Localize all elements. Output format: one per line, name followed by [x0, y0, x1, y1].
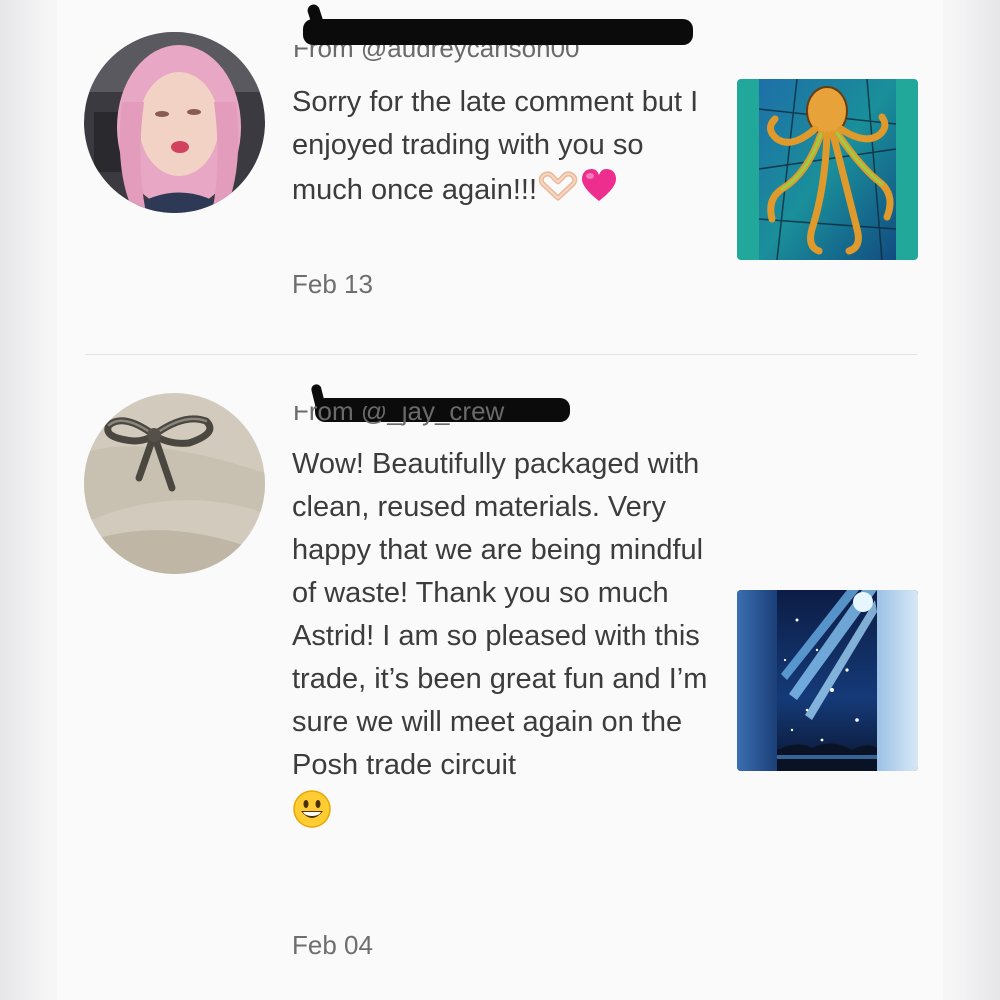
- review-divider: [85, 354, 917, 355]
- page: From @audreycarlson00 Sorry for the late…: [0, 0, 1000, 1000]
- listing-thumbnail[interactable]: [737, 79, 918, 260]
- reviewer-avatar[interactable]: [84, 32, 265, 213]
- review-message: Wow! Beautifully packaged with clean, re…: [292, 443, 722, 842]
- grinning-face-emoji: [292, 789, 332, 842]
- redaction-bar: [303, 19, 693, 45]
- review-message-text: Wow! Beautifully packaged with clean, re…: [292, 448, 708, 781]
- review-date: Feb 04: [292, 930, 373, 960]
- listing-thumbnail[interactable]: [737, 590, 918, 771]
- review-date: Feb 13: [292, 269, 373, 299]
- review-message-text: Sorry for the late comment but I enjoyed…: [292, 86, 699, 207]
- heart-hands-emoji: [537, 168, 579, 215]
- reviewer-avatar[interactable]: [84, 393, 265, 574]
- reviews-panel: From @audreycarlson00 Sorry for the late…: [57, 0, 943, 1000]
- review-message: Sorry for the late comment but I enjoyed…: [292, 81, 722, 216]
- pink-heart-emoji: [579, 167, 619, 216]
